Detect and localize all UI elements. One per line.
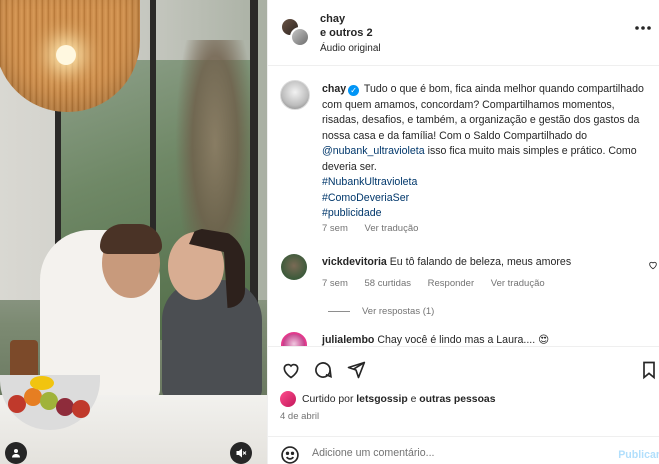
avatar[interactable] xyxy=(281,332,307,346)
comment-body: Eu tô falando de beleza, meus amores xyxy=(389,256,572,268)
mute-button[interactable] xyxy=(230,442,252,464)
man-hair xyxy=(100,224,162,254)
comment-text: vickdevitoria Eu tô falando de beleza, m… xyxy=(322,256,642,268)
liked-by-others[interactable]: outras pessoas xyxy=(419,394,495,405)
author-username[interactable]: chay xyxy=(320,13,345,25)
avatar[interactable] xyxy=(280,80,310,110)
woman-figure xyxy=(162,280,262,400)
send-icon xyxy=(347,361,366,379)
publish-button[interactable]: Publicar xyxy=(618,449,659,461)
comments-scroll-area[interactable]: chay ✓ Tudo o que é bom, fica ainda melho… xyxy=(268,66,659,346)
comment-username[interactable]: julialembo xyxy=(322,334,374,346)
liked-by-user[interactable]: letsgossip xyxy=(356,394,407,405)
comment-likes-count[interactable]: 58 curtidas xyxy=(365,278,411,289)
window-frame xyxy=(250,0,258,340)
verified-badge-icon: ✓ xyxy=(348,85,360,96)
mention-link[interactable]: @nubank_ultravioleta xyxy=(322,145,425,157)
post-actions xyxy=(268,346,659,386)
comment-username[interactable]: vickdevitoria xyxy=(322,256,387,268)
fruit xyxy=(72,400,90,418)
avatar xyxy=(290,27,310,47)
see-translation-link[interactable]: Ver tradução xyxy=(491,278,545,289)
avatar[interactable] xyxy=(280,391,296,407)
reply-button[interactable]: Responder xyxy=(428,278,474,289)
add-comment-bar: Publicar xyxy=(268,436,659,464)
bookmark-icon xyxy=(643,361,655,380)
comment-text: julialembo Chay você é lindo mas a Laura… xyxy=(322,334,642,346)
hashtag-link[interactable]: #NubankUltravioleta xyxy=(322,175,652,191)
speaker-muted-icon xyxy=(236,448,247,458)
timestamp[interactable]: 7 sem xyxy=(322,223,348,234)
caption-username[interactable]: chay xyxy=(322,83,346,95)
comment-body: Chay você é lindo mas a Laura.... 😍 xyxy=(377,334,550,346)
lamp-bulb xyxy=(56,45,76,65)
divider xyxy=(328,311,350,312)
post-video[interactable] xyxy=(0,0,267,464)
post-caption: chay ✓ Tudo o que é bom, fica ainda melho… xyxy=(322,82,652,222)
see-translation-link[interactable]: Ver tradução xyxy=(365,223,419,234)
fruit xyxy=(30,376,54,390)
save-button[interactable] xyxy=(638,359,659,381)
caption-meta: 7 sem Ver tradução xyxy=(322,223,432,234)
coauthors-avatars[interactable] xyxy=(280,17,310,47)
audio-link[interactable]: Áudio original xyxy=(320,43,381,54)
timestamp[interactable]: 7 sem xyxy=(322,278,348,289)
comment-bubble-icon xyxy=(315,362,332,378)
caption-text: Tudo o que é bom, fica ainda melhor quan… xyxy=(322,83,644,142)
post-details-panel: chay e outros 2 Áudio original chay ✓ Tud… xyxy=(267,0,659,464)
comment-button[interactable] xyxy=(312,359,334,381)
comment-input[interactable] xyxy=(312,447,602,459)
view-replies-label: Ver respostas (1) xyxy=(362,306,435,317)
tagged-users-button[interactable] xyxy=(5,442,27,464)
emoji-button[interactable] xyxy=(280,445,300,464)
post-header: chay e outros 2 Áudio original xyxy=(268,0,659,66)
comment-meta: 7 sem 58 curtidas Responder Ver tradução xyxy=(322,278,559,289)
comment-like-button[interactable] xyxy=(648,260,658,273)
fruit xyxy=(24,388,42,406)
heart-icon xyxy=(283,363,299,379)
smiley-icon xyxy=(281,446,299,464)
share-button[interactable] xyxy=(345,359,367,381)
hashtag-link[interactable]: #ComoDeveriaSer xyxy=(322,191,652,207)
more-horizontal-icon xyxy=(635,26,651,30)
liked-by-prefix: Curtido por xyxy=(302,393,354,405)
hashtag-link[interactable]: #publicidade xyxy=(322,206,652,222)
like-button[interactable] xyxy=(280,359,302,381)
view-replies-button[interactable]: Ver respostas (1) xyxy=(328,306,434,317)
user-icon xyxy=(12,449,20,458)
coauthors-link[interactable]: e outros 2 xyxy=(320,27,373,39)
more-options-button[interactable] xyxy=(634,18,652,34)
avatar[interactable] xyxy=(281,254,307,280)
liked-by-conjunction: e xyxy=(410,393,417,405)
heart-icon xyxy=(649,261,657,270)
post-date[interactable]: 4 de abril xyxy=(280,411,319,422)
likes-summary: Curtido por letsgossip e outras pessoas xyxy=(280,391,495,407)
